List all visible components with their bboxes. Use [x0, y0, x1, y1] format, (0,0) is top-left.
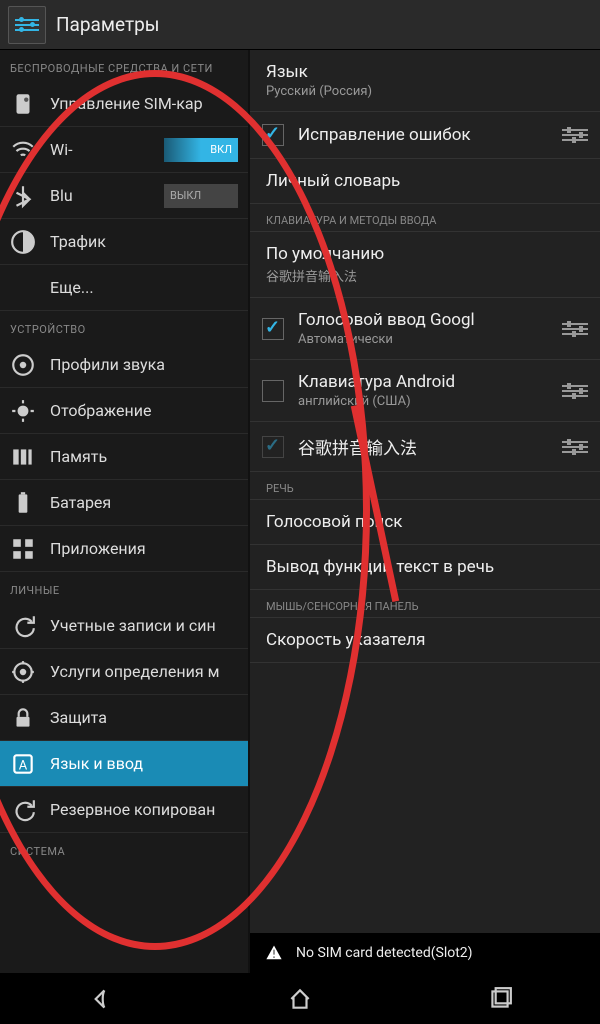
storage-icon — [10, 446, 36, 468]
wifi-toggle[interactable]: ВКЛ — [164, 138, 238, 162]
app-header: Параметры — [0, 0, 600, 50]
sidebar-item-more[interactable]: Еще... — [0, 265, 248, 311]
settings-slider-icon[interactable] — [562, 124, 588, 146]
sidebar-item-sound[interactable]: Профили звука — [0, 342, 248, 388]
settings-slider-icon[interactable] — [562, 380, 588, 402]
sidebar-item-data[interactable]: Трафик — [0, 219, 248, 265]
sidebar-item-security[interactable]: Защита — [0, 695, 248, 741]
kb-checkbox[interactable] — [262, 380, 284, 402]
home-button[interactable] — [200, 986, 400, 1012]
spellcheck-row[interactable]: Исправление ошибок — [250, 112, 600, 159]
settings-icon — [8, 6, 46, 44]
pointer-speed[interactable]: Скорость указателя — [250, 618, 600, 663]
sidebar-item-backup[interactable]: Резервное копирован — [0, 787, 248, 833]
settings-slider-icon[interactable] — [562, 318, 588, 340]
sidebar-section-system: СИСТЕМА — [0, 833, 248, 864]
battery-icon — [10, 492, 36, 514]
sidebar-item-language[interactable]: AЯзык и ввод — [0, 741, 248, 787]
bluetooth-icon — [10, 185, 36, 207]
sidebar-item-wifi[interactable]: Wi-ВКЛ — [0, 127, 248, 173]
content-panel: Язык Русский (Россия) Исправление ошибок… — [250, 50, 600, 973]
display-icon — [10, 400, 36, 422]
lock-icon — [10, 707, 36, 729]
warning-icon — [264, 943, 284, 963]
sim-icon — [10, 93, 36, 115]
sidebar-item-sim[interactable]: Управление SIM-кар — [0, 81, 248, 127]
tts-setting[interactable]: Вывод функции текст в речь — [250, 545, 600, 590]
sync-icon — [10, 615, 36, 637]
spellcheck-checkbox[interactable] — [262, 124, 284, 146]
sound-icon — [10, 354, 36, 376]
kb-checkbox[interactable] — [262, 436, 284, 458]
sidebar-item-battery[interactable]: Батарея — [0, 480, 248, 526]
keyboard-android[interactable]: Клавиатура Androidанглийский (США) — [250, 360, 600, 422]
apps-icon — [10, 538, 36, 560]
settings-slider-icon[interactable] — [562, 436, 588, 458]
sidebar-section-wireless: БЕСПРОВОДНЫЕ СРЕДСТВА И СЕТИ — [0, 50, 248, 81]
settings-sidebar: БЕСПРОВОДНЫЕ СРЕДСТВА И СЕТИ Управление … — [0, 50, 250, 973]
sidebar-section-personal: ЛИЧНЫЕ — [0, 572, 248, 603]
keyboard-google-voice[interactable]: Голосовой ввод GooglАвтоматически — [250, 298, 600, 360]
sidebar-item-location[interactable]: Услуги определения м — [0, 649, 248, 695]
sidebar-section-device: УСТРОЙСТВО — [0, 311, 248, 342]
navigation-bar — [0, 973, 600, 1024]
app-title: Параметры — [56, 13, 160, 36]
dictionary-setting[interactable]: Личный словарь — [250, 159, 600, 204]
sidebar-item-bluetooth[interactable]: BluВЫКЛ — [0, 173, 248, 219]
sidebar-item-apps[interactable]: Приложения — [0, 526, 248, 572]
mouse-section-header: МЫШЬ/СЕНСОРНАЯ ПАНЕЛЬ — [250, 590, 600, 618]
speech-section-header: РЕЧЬ — [250, 472, 600, 500]
language-icon: A — [10, 753, 36, 775]
location-icon — [10, 661, 36, 683]
recent-button[interactable] — [400, 986, 600, 1012]
back-button[interactable] — [0, 986, 200, 1012]
default-keyboard[interactable]: По умолчанию 谷歌拼音输入法 — [250, 232, 600, 298]
voice-search[interactable]: Голосовой поиск — [250, 500, 600, 545]
backup-icon — [10, 799, 36, 821]
kb-checkbox[interactable] — [262, 318, 284, 340]
status-toast: No SIM card detected(Slot2) — [250, 933, 600, 973]
data-icon — [10, 231, 36, 253]
keyboard-section-header: КЛАВИАТУРА И МЕТОДЫ ВВОДА — [250, 204, 600, 232]
svg-text:A: A — [19, 758, 28, 773]
sidebar-item-accounts[interactable]: Учетные записи и син — [0, 603, 248, 649]
sidebar-item-storage[interactable]: Память — [0, 434, 248, 480]
wifi-icon — [10, 139, 36, 161]
language-setting[interactable]: Язык Русский (Россия) — [250, 50, 600, 112]
sidebar-item-display[interactable]: Отображение — [0, 388, 248, 434]
bluetooth-toggle[interactable]: ВЫКЛ — [164, 184, 238, 208]
keyboard-pinyin[interactable]: 谷歌拼音输入法 — [250, 422, 600, 472]
